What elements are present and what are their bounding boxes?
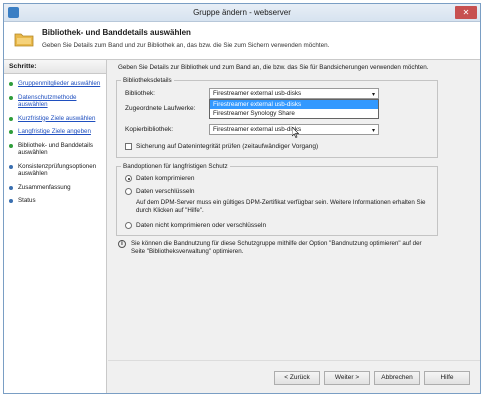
step-current-icon bbox=[9, 143, 13, 148]
mouse-cursor-icon bbox=[292, 127, 300, 138]
page-subtitle: Geben Sie Details zum Band und zur Bibli… bbox=[42, 42, 330, 49]
window-title: Gruppe ändern - webserver bbox=[193, 8, 291, 17]
no-compress-label: Daten nicht komprimieren oder verschlüss… bbox=[136, 222, 267, 229]
tape-options-group: Bandoptionen für langfristigen Schutz Da… bbox=[116, 163, 438, 236]
copy-library-label: Kopierbibliothek: bbox=[125, 126, 174, 133]
cancel-button[interactable]: Abbrechen bbox=[374, 371, 420, 385]
tape-options-legend: Bandoptionen für langfristigen Schutz bbox=[121, 163, 230, 170]
step-done-icon bbox=[9, 116, 13, 121]
step-pending-icon bbox=[9, 199, 13, 203]
step-bibliothek-banddetails: Bibliothek- und Banddetails auswählen bbox=[4, 140, 106, 159]
title-bar: Gruppe ändern - webserver ✕ bbox=[4, 4, 480, 22]
dropdown-option[interactable]: Firestreamer external usb-disks bbox=[210, 100, 378, 109]
wizard-header: Bibliothek- und Banddetails auswählen Ge… bbox=[4, 22, 480, 60]
step-pending-icon bbox=[9, 185, 13, 190]
steps-heading: Schritte: bbox=[4, 60, 106, 74]
step-zusammenfassung: Zusammenfassung bbox=[4, 182, 106, 194]
library-details-group: Bibliotheksdetails Bibliothek: Firestrea… bbox=[116, 77, 438, 158]
step-kurzfristige-ziele[interactable]: Kurzfristige Ziele auswählen bbox=[4, 113, 106, 125]
info-text: Sie können die Bandnutzung für diese Sch… bbox=[131, 240, 422, 255]
library-select[interactable]: Firestreamer external usb-disks ▾ bbox=[209, 88, 379, 99]
main-content: Geben Sie Details zur Bibliothek und zum… bbox=[108, 60, 480, 360]
integrity-check-label: Sicherung auf Datenintegrität prüfen (ze… bbox=[136, 143, 319, 150]
dialog-window: Gruppe ändern - webserver ✕ Bibliothek- … bbox=[3, 3, 481, 394]
close-button[interactable]: ✕ bbox=[455, 6, 477, 19]
intro-text: Geben Sie Details zur Bibliothek und zum… bbox=[118, 64, 429, 71]
library-label: Bibliothek: bbox=[125, 90, 155, 97]
help-button[interactable]: Hilfe bbox=[424, 371, 470, 385]
step-pending-icon bbox=[9, 164, 13, 169]
page-title: Bibliothek- und Banddetails auswählen bbox=[42, 28, 191, 37]
step-done-icon bbox=[9, 130, 13, 134]
back-button[interactable]: < Zurück bbox=[274, 371, 320, 385]
library-dropdown-list: Firestreamer external usb-disks Firestre… bbox=[209, 99, 379, 119]
step-datenschutzmethode[interactable]: Datenschutzmethode auswählen bbox=[4, 92, 106, 111]
step-konsistenzpruefung: Konsistenzprüfungsoptionen auswählen bbox=[4, 161, 106, 180]
step-done-icon bbox=[9, 82, 13, 86]
compress-radio[interactable] bbox=[125, 175, 132, 182]
integrity-check-checkbox[interactable] bbox=[125, 143, 132, 150]
step-done-icon bbox=[9, 95, 13, 100]
encrypt-note: Auf dem DPM-Server muss ein gültiges DPM… bbox=[136, 199, 426, 214]
chevron-down-icon: ▾ bbox=[371, 128, 375, 134]
next-button[interactable]: Weiter > bbox=[324, 371, 370, 385]
chevron-down-icon: ▾ bbox=[371, 92, 375, 98]
footer-divider bbox=[108, 360, 480, 361]
compress-label: Daten komprimieren bbox=[136, 175, 195, 182]
encrypt-label: Daten verschlüsseln bbox=[136, 188, 195, 195]
step-langfristige-ziele[interactable]: Langfristige Ziele angeben bbox=[4, 126, 106, 138]
step-gruppenmitglieder[interactable]: Gruppenmitglieder auswählen bbox=[4, 78, 106, 90]
no-compress-radio[interactable] bbox=[125, 222, 132, 229]
dropdown-option[interactable]: Firestreamer Synology Share bbox=[210, 109, 378, 118]
step-status: Status bbox=[4, 195, 106, 207]
encrypt-radio[interactable] bbox=[125, 188, 132, 195]
steps-sidebar: Schritte: Gruppenmitglieder auswählen Da… bbox=[4, 60, 107, 393]
folder-icon bbox=[14, 33, 34, 47]
library-details-legend: Bibliotheksdetails bbox=[121, 77, 174, 84]
drives-label: Zugeordnete Laufwerke: bbox=[125, 105, 196, 112]
info-icon: i bbox=[118, 240, 126, 248]
